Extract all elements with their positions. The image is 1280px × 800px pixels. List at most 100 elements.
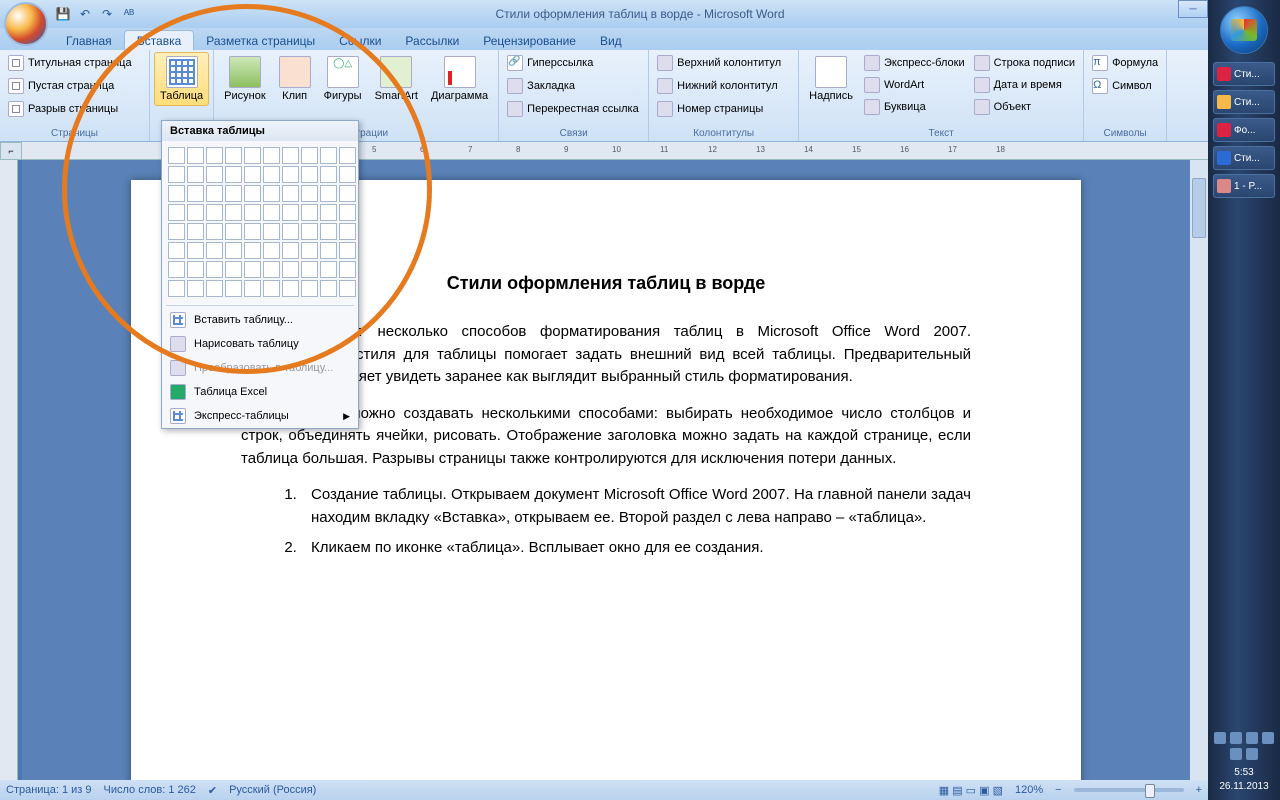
zoom-slider[interactable] [1074,788,1184,792]
grid-cell[interactable] [320,185,337,202]
taskbar-item[interactable]: Фо... [1213,118,1275,142]
symbol-button[interactable]: ΩСимвол [1088,75,1162,97]
grid-cell[interactable] [282,185,299,202]
ruler-corner[interactable]: ⌐ [0,142,22,160]
grid-cell[interactable] [339,223,356,240]
grid-cell[interactable] [187,242,204,259]
shapes-button[interactable]: Фигуры [318,52,368,106]
header-button[interactable]: Верхний колонтитул [653,52,785,74]
crossref-button[interactable]: Перекрестная ссылка [503,98,643,120]
grid-cell[interactable] [244,223,261,240]
pagenum-button[interactable]: Номер страницы [653,98,785,120]
grid-cell[interactable] [301,204,318,221]
office-button[interactable] [4,2,48,46]
grid-cell[interactable] [282,261,299,278]
grid-cell[interactable] [301,242,318,259]
grid-cell[interactable] [244,166,261,183]
hyperlink-button[interactable]: Гиперссылка [503,52,643,74]
insert-table-item[interactable]: Вставить таблицу... [162,308,358,332]
tab-insert[interactable]: Вставка [124,30,195,50]
blank-page-button[interactable]: Пустая страница [4,75,136,97]
grid-cell[interactable] [168,242,185,259]
grid-cell[interactable] [301,223,318,240]
grid-cell[interactable] [187,261,204,278]
status-language[interactable]: Русский (Россия) [229,784,316,796]
picture-button[interactable]: Рисунок [218,52,272,106]
datetime-button[interactable]: Дата и время [970,74,1079,96]
zoom-out-button[interactable]: − [1055,784,1061,796]
grid-cell[interactable] [320,204,337,221]
grid-cell[interactable] [244,147,261,164]
grid-cell[interactable] [206,223,223,240]
taskbar-item[interactable]: Сти... [1213,62,1275,86]
dropcap-button[interactable]: Буквица [860,96,969,118]
grid-cell[interactable] [339,280,356,297]
grid-cell[interactable] [320,166,337,183]
grid-cell[interactable] [225,185,242,202]
grid-cell[interactable] [263,280,280,297]
system-tray[interactable]: 5:53 26.11.2013 [1208,726,1280,800]
taskbar-item[interactable]: Сти... [1213,90,1275,114]
status-spell-icon[interactable]: ✔ [208,784,217,797]
zoom-in-button[interactable]: + [1196,784,1202,796]
grid-cell[interactable] [168,261,185,278]
grid-cell[interactable] [187,223,204,240]
grid-cell[interactable] [320,242,337,259]
grid-cell[interactable] [168,280,185,297]
grid-cell[interactable] [301,147,318,164]
vertical-ruler[interactable] [0,160,18,780]
grid-cell[interactable] [263,185,280,202]
grid-cell[interactable] [320,147,337,164]
grid-cell[interactable] [320,223,337,240]
grid-cell[interactable] [206,261,223,278]
status-page[interactable]: Страница: 1 из 9 [6,784,92,796]
grid-cell[interactable] [206,166,223,183]
qat-redo[interactable]: ↷ [98,5,116,23]
grid-cell[interactable] [282,204,299,221]
grid-cell[interactable] [206,204,223,221]
grid-cell[interactable] [282,223,299,240]
grid-cell[interactable] [301,261,318,278]
qat-spell[interactable]: ᴬᴮ [120,5,138,23]
taskbar-item[interactable]: 1 - P... [1213,174,1275,198]
grid-cell[interactable] [187,204,204,221]
tab-view[interactable]: Вид [588,31,634,50]
grid-cell[interactable] [282,166,299,183]
tab-mailings[interactable]: Рассылки [393,31,471,50]
grid-cell[interactable] [320,280,337,297]
tab-review[interactable]: Рецензирование [471,31,588,50]
grid-cell[interactable] [263,223,280,240]
view-buttons[interactable]: ▦ ▤ ▭ ▣ ▧ [939,784,1003,797]
grid-cell[interactable] [339,204,356,221]
grid-cell[interactable] [187,147,204,164]
draw-table-item[interactable]: Нарисовать таблицу [162,332,358,356]
grid-cell[interactable] [206,147,223,164]
table-button[interactable]: Таблица [154,52,209,106]
clip-button[interactable]: Клип [273,52,317,106]
grid-cell[interactable] [339,261,356,278]
grid-cell[interactable] [206,185,223,202]
smartart-button[interactable]: SmartArt [369,52,424,106]
tray-icons[interactable] [1210,732,1278,760]
equation-button[interactable]: πФормула [1088,52,1162,74]
start-button[interactable] [1220,6,1268,54]
grid-cell[interactable] [244,261,261,278]
grid-cell[interactable] [168,166,185,183]
quickparts-button[interactable]: Экспресс-блоки [860,52,969,74]
excel-table-item[interactable]: Таблица Excel [162,380,358,404]
grid-cell[interactable] [339,185,356,202]
signature-button[interactable]: Строка подписи [970,52,1079,74]
grid-cell[interactable] [263,261,280,278]
grid-cell[interactable] [263,204,280,221]
grid-cell[interactable] [339,166,356,183]
zoom-level[interactable]: 120% [1015,784,1043,796]
grid-cell[interactable] [244,204,261,221]
grid-cell[interactable] [244,185,261,202]
grid-cell[interactable] [320,261,337,278]
grid-cell[interactable] [339,147,356,164]
chart-button[interactable]: Диаграмма [425,52,494,106]
taskbar-item[interactable]: Сти... [1213,146,1275,170]
grid-cell[interactable] [301,185,318,202]
quick-tables-item[interactable]: Экспресс-таблицы▶ [162,404,358,428]
status-words[interactable]: Число слов: 1 262 [104,784,196,796]
